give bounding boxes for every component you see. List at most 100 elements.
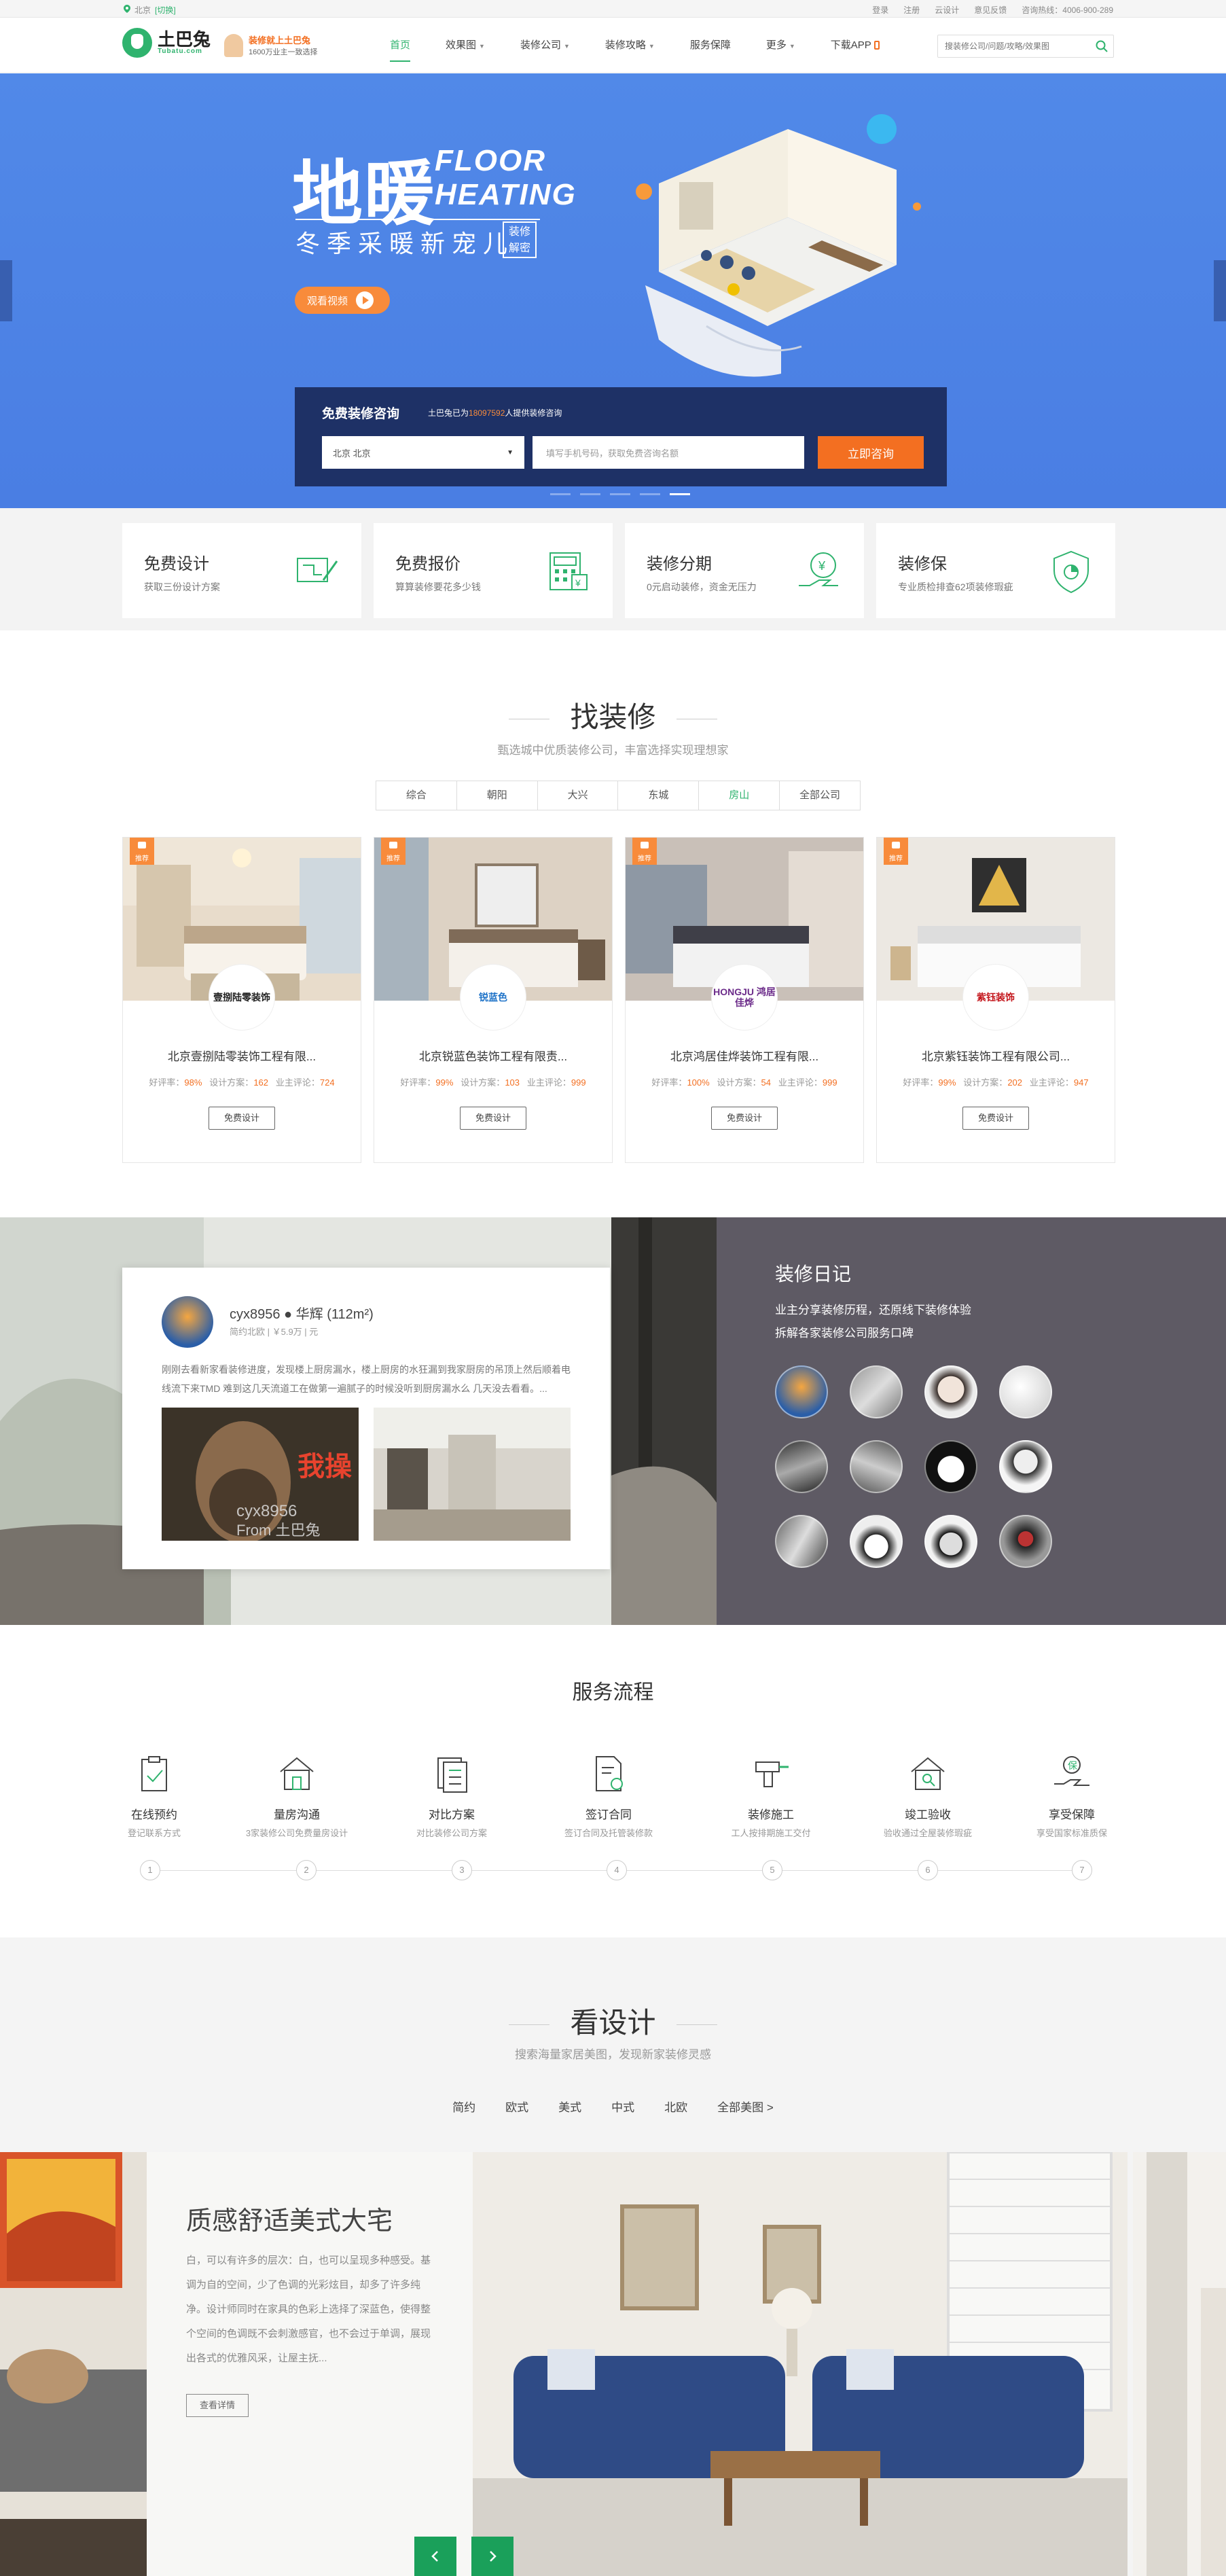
phone-input[interactable]: 填写手机号码，获取免费咨询名额	[533, 436, 804, 469]
avatar[interactable]	[924, 1440, 977, 1493]
avatar[interactable]	[850, 1365, 903, 1418]
avatar[interactable]	[775, 1440, 828, 1493]
search-input[interactable]	[938, 36, 1090, 56]
recommend-tag: 推荐	[884, 838, 908, 865]
company-logo: 锐蓝色	[460, 964, 526, 1031]
nav-guides[interactable]: 装修攻略 ▼	[588, 18, 672, 73]
next-design-button[interactable]	[471, 2537, 513, 2576]
avatar[interactable]	[999, 1365, 1052, 1418]
user-name[interactable]: cyx8956 ● 华辉 (112m²)	[230, 1303, 374, 1323]
nav-service[interactable]: 服务保障	[672, 18, 749, 73]
tab-fangshan[interactable]: 房山	[699, 781, 780, 810]
consult-submit-button[interactable]: 立即咨询	[818, 436, 924, 469]
tab-all-companies[interactable]: 全部公司	[780, 781, 860, 810]
tab-all-images[interactable]: 全部美图 >	[717, 2098, 774, 2115]
district-tabs: 综合 朝阳 大兴 东城 房山 全部公司	[376, 781, 861, 810]
avatar[interactable]	[775, 1515, 828, 1568]
diary-card[interactable]: cyx8956 ● 华辉 (112m²) 简约北欧 | ￥5.9万 | 元 刚刚…	[122, 1268, 610, 1569]
free-design-button[interactable]: 免费设计	[209, 1107, 275, 1130]
diary-desc: 业主分享装修历程，还原线下装修体验 拆解各家装修公司服务口碑	[775, 1304, 971, 1340]
free-design-button[interactable]: 免费设计	[711, 1107, 778, 1130]
tab-chinese[interactable]: 中式	[611, 2098, 634, 2115]
avatar[interactable]	[850, 1440, 903, 1493]
feature-installment[interactable]: 装修分期 0元启动装修，资金无压力 ¥	[625, 523, 864, 618]
diary-meta: 简约北欧 | ￥5.9万 | 元	[230, 1327, 319, 1337]
free-design-button[interactable]: 免费设计	[962, 1107, 1029, 1130]
company-name[interactable]: 北京壹捌陆零装饰工程有限...	[123, 1047, 361, 1064]
feature-free-quote[interactable]: 免费报价 算算装修要花多少钱 ¥	[374, 523, 613, 618]
slide-dot[interactable]	[580, 493, 600, 495]
hero-badge: 装修解密	[503, 221, 537, 258]
switch-city-link[interactable]: [切换]	[155, 4, 176, 16]
site-logo[interactable]: 土巴兔 Tubatu.com	[122, 28, 211, 58]
company-name[interactable]: 北京锐蓝色装饰工程有限责...	[374, 1047, 612, 1064]
nav-effect-images[interactable]: 效果图 ▼	[428, 18, 503, 73]
calculator-icon: ¥	[549, 552, 588, 590]
slide-dot[interactable]	[550, 493, 571, 495]
promo-title: 装修就上土巴兔	[249, 35, 311, 46]
next-design-image[interactable]	[1133, 2152, 1226, 2576]
tab-american[interactable]: 美式	[558, 2098, 581, 2115]
avatar[interactable]	[775, 1365, 828, 1418]
banner-next-tab[interactable]	[1214, 260, 1226, 321]
diary-image[interactable]	[374, 1408, 571, 1541]
nav-home[interactable]: 首页	[372, 18, 428, 73]
avatar[interactable]	[924, 1365, 977, 1418]
search-icon[interactable]	[1090, 35, 1113, 57]
login-link[interactable]: 登录	[872, 4, 888, 16]
company-card[interactable]: 推荐 紫钰装饰 北京紫钰装饰工程有限公司... 好评率：99% 设计方案：202…	[876, 837, 1115, 1163]
recommend-tag: 推荐	[632, 838, 657, 865]
prev-design-image[interactable]	[0, 2152, 147, 2576]
watch-video-button[interactable]: 观看视频	[295, 287, 390, 314]
avatar[interactable]	[999, 1440, 1052, 1493]
company-card[interactable]: 推荐 壹捌陆零装饰 北京壹捌陆零装饰工程有限... 好评率：98% 设计方案：1…	[122, 837, 361, 1163]
design-subtitle: 搜索海量家居美图，发现新家装修灵感	[515, 2048, 711, 2061]
nav-more[interactable]: 更多 ▼	[749, 18, 813, 73]
company-card[interactable]: 推荐 HONGJU 鸿居佳烨 北京鸿居佳烨装饰工程有限... 好评率：100% …	[625, 837, 864, 1163]
rabbit-logo-icon	[122, 28, 152, 58]
tab-all[interactable]: 综合	[376, 781, 457, 810]
avatar[interactable]	[924, 1515, 977, 1568]
diary-image[interactable]: 我操 cyx8956 From 土巴兔	[162, 1408, 359, 1541]
location: 北京 [切换]	[124, 4, 176, 16]
diary-title: 装修日记	[775, 1264, 852, 1285]
design-main-image[interactable]	[473, 2152, 1128, 2576]
slide-indicators	[550, 493, 690, 495]
tab-daxing[interactable]: 大兴	[538, 781, 619, 810]
consult-subtitle: 土巴兔已为18097592人提供装修咨询	[428, 408, 562, 418]
banner-prev-tab[interactable]	[0, 260, 12, 321]
company-card[interactable]: 推荐 锐蓝色 北京锐蓝色装饰工程有限责... 好评率：99% 设计方案：103 …	[374, 837, 613, 1163]
register-link[interactable]: 注册	[903, 4, 920, 16]
nav-companies[interactable]: 装修公司 ▼	[503, 18, 588, 73]
contract-icon	[596, 1756, 623, 1791]
feature-guarantee[interactable]: 装修保 专业质检排查62项装修瑕疵	[876, 523, 1115, 618]
avatar[interactable]	[850, 1515, 903, 1568]
free-design-button[interactable]: 免费设计	[460, 1107, 526, 1130]
slide-dot-active[interactable]	[670, 493, 690, 495]
nav-promo: 装修就上土巴兔 1600万业主一致选择	[224, 33, 317, 57]
cloud-design-link[interactable]: 云设计	[935, 4, 959, 16]
feature-free-design[interactable]: 免费设计 获取三份设计方案	[122, 523, 361, 618]
company-name[interactable]: 北京鸿居佳烨装饰工程有限...	[626, 1047, 863, 1064]
step-number: 5	[762, 1860, 782, 1880]
prev-design-button[interactable]	[414, 2537, 456, 2576]
user-avatar[interactable]	[162, 1296, 213, 1348]
view-details-button[interactable]: 查看详情	[186, 2394, 249, 2417]
slide-dot[interactable]	[610, 493, 630, 495]
location-pin-icon	[124, 5, 130, 15]
tab-dongcheng[interactable]: 东城	[618, 781, 700, 810]
tab-european[interactable]: 欧式	[505, 2098, 528, 2115]
nav-download-app[interactable]: 下载APP	[813, 18, 897, 73]
slide-dot[interactable]	[640, 493, 660, 495]
feedback-link[interactable]: 意见反馈	[974, 4, 1007, 16]
step-number: 1	[140, 1860, 160, 1880]
logo-text: 土巴兔	[158, 29, 211, 50]
tab-simple[interactable]: 简约	[452, 2098, 475, 2115]
chevron-left-icon	[431, 2551, 438, 2562]
avatar[interactable]	[999, 1515, 1052, 1568]
tab-chaoyang[interactable]: 朝阳	[457, 781, 538, 810]
tab-nordic[interactable]: 北欧	[664, 2098, 687, 2115]
blueprint-icon	[297, 558, 338, 582]
city-select[interactable]: 北京 北京 ▼	[322, 436, 524, 469]
company-name[interactable]: 北京紫钰装饰工程有限公司...	[877, 1047, 1115, 1064]
